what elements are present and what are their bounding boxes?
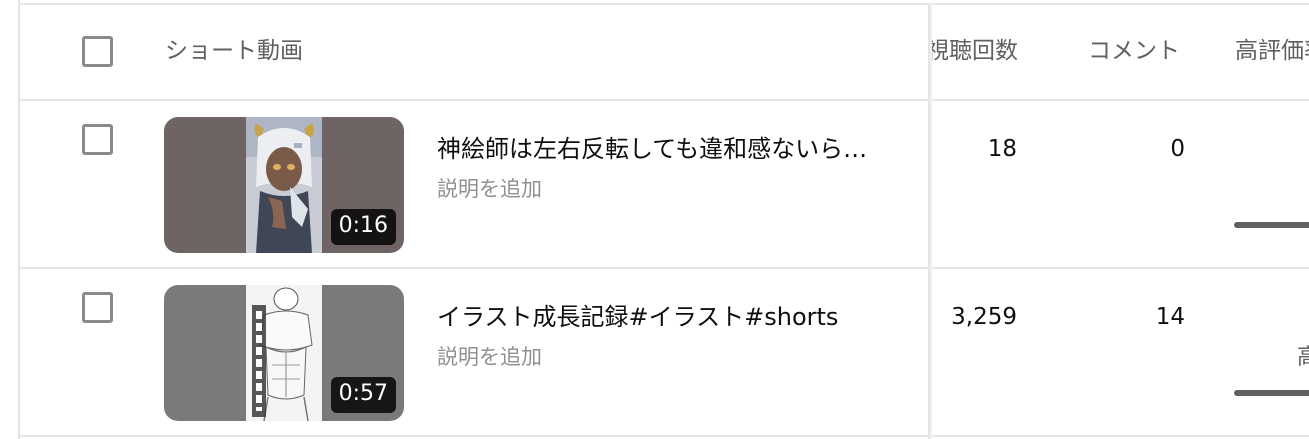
like-ratio-bar: [1234, 390, 1309, 396]
like-ratio-bar: [1234, 222, 1309, 228]
row-divider: [20, 267, 1309, 269]
header-likes[interactable]: 高評価率: [1235, 36, 1309, 66]
views-count: 18: [987, 136, 1017, 162]
header-short-video[interactable]: ショート動画: [165, 36, 303, 66]
views-count: 3,259: [951, 304, 1017, 330]
video-description[interactable]: 説明を追加: [437, 175, 542, 203]
video-description[interactable]: 説明を追加: [437, 343, 542, 371]
muscle-character-thumbnail-art: [246, 285, 322, 421]
video-duration-badge: 0:16: [330, 209, 396, 245]
row-checkbox[interactable]: [82, 292, 113, 323]
header-views[interactable]: 視聴回数: [928, 36, 1018, 66]
anime-character-thumbnail-art: [246, 117, 322, 253]
comments-count: 0: [1170, 136, 1185, 162]
row-checkbox[interactable]: [82, 124, 113, 155]
video-title[interactable]: 神絵師は左右反転しても違和感ないら…: [437, 133, 867, 165]
like-ratio-label-partial: 高: [1297, 345, 1309, 370]
table-left-border: [18, 0, 20, 439]
video-thumbnail[interactable]: 0:57: [164, 285, 404, 421]
header-comments[interactable]: コメント: [1088, 36, 1180, 66]
comments-count: 14: [1155, 304, 1185, 330]
video-title[interactable]: イラスト成長記録#イラスト#shorts: [437, 301, 838, 333]
sticky-column-divider: [928, 3, 932, 439]
row-divider: [20, 99, 1309, 101]
row-divider: [20, 435, 1309, 437]
video-thumbnail[interactable]: 0:16: [164, 117, 404, 253]
video-duration-badge: 0:57: [330, 377, 396, 413]
table-top-border: [18, 3, 1309, 5]
select-all-checkbox[interactable]: [82, 36, 113, 67]
